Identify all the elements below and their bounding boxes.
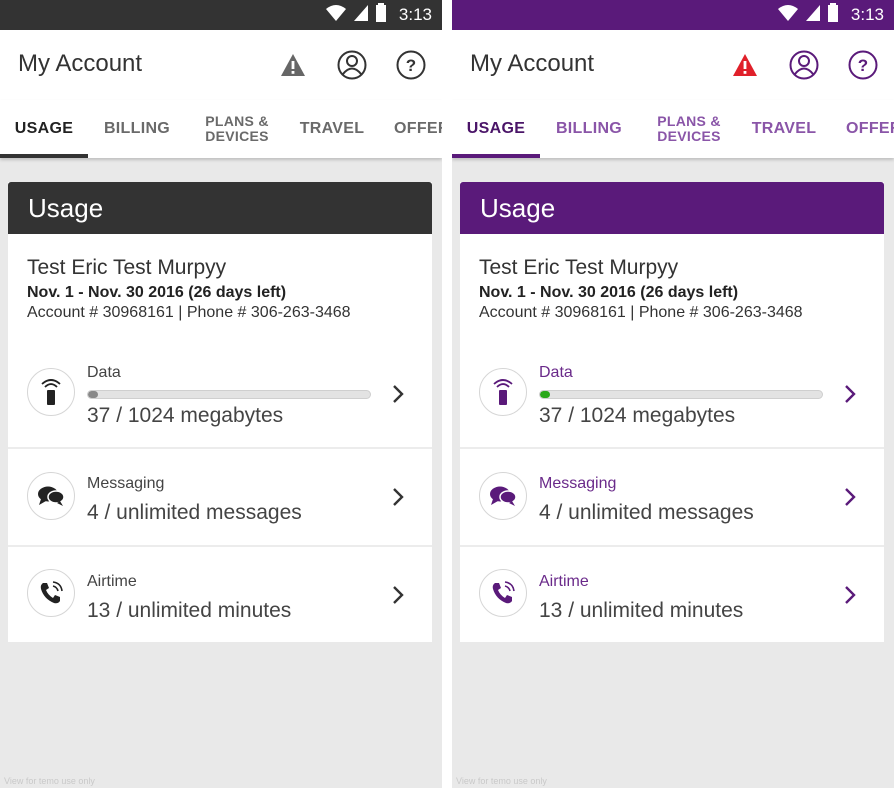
phone-call-icon: [492, 581, 515, 604]
tab-billing[interactable]: BILLING: [88, 100, 186, 158]
usage-value-airtime: 13 / unlimited minutes: [539, 599, 744, 622]
card-header: Usage: [460, 182, 884, 234]
usage-row-airtime[interactable]: Airtime 13 / unlimited minutes: [460, 547, 884, 642]
phone-screen-neutral: 3:13 My Account ? USAGE BILLING PLANS & …: [0, 0, 442, 788]
billing-period: Nov. 1 - Nov. 30 2016 (26 days left): [27, 284, 287, 301]
chevron-right-icon: [845, 586, 856, 604]
warning-icon: [281, 54, 305, 76]
signal-icon: [805, 4, 821, 27]
data-progress-fill: [540, 391, 551, 398]
signal-icon: [353, 4, 369, 27]
alert-button[interactable]: [276, 48, 310, 82]
account-number-line: Account # 30968161 | Phone # 306-263-346…: [27, 304, 351, 321]
account-holder-name: Test Eric Test Murpyy: [27, 256, 227, 279]
tab-offers[interactable]: OFFERS: [846, 100, 894, 158]
tab-billing[interactable]: BILLING: [540, 100, 638, 158]
messaging-icon-circle: [479, 472, 527, 520]
tab-offers[interactable]: OFFERS: [394, 100, 442, 158]
messaging-icon-circle: [27, 472, 75, 520]
help-icon: ?: [848, 50, 878, 80]
account-summary: Test Eric Test Murpyy Nov. 1 - Nov. 30 2…: [460, 234, 884, 346]
usage-label-airtime: Airtime: [87, 573, 137, 590]
usage-label-messaging: Messaging: [87, 475, 165, 492]
user-icon: [337, 50, 367, 80]
usage-card: Usage Test Eric Test Murpyy Nov. 1 - Nov…: [460, 182, 884, 642]
usage-row-messaging[interactable]: Messaging 4 / unlimited messages: [8, 449, 432, 547]
usage-row-airtime[interactable]: Airtime 13 / unlimited minutes: [8, 547, 432, 642]
phone-call-icon: [40, 581, 63, 604]
user-icon: [789, 50, 819, 80]
tab-travel[interactable]: TRAVEL: [288, 100, 376, 158]
card-header: Usage: [8, 182, 432, 234]
warning-icon: [733, 54, 757, 76]
usage-row-data[interactable]: Data 37 / 1024 megabytes: [8, 346, 432, 449]
tab-plans-devices[interactable]: PLANS & DEVICES: [186, 100, 288, 158]
app-bar: My Account ?: [452, 30, 894, 100]
status-bar: 3:13: [0, 0, 442, 30]
billing-period: Nov. 1 - Nov. 30 2016 (26 days left): [479, 284, 739, 301]
tab-usage[interactable]: USAGE: [452, 100, 540, 158]
tab-travel[interactable]: TRAVEL: [740, 100, 828, 158]
usage-value-data: 37 / 1024 megabytes: [87, 404, 284, 427]
usage-label-messaging: Messaging: [539, 475, 617, 492]
account-holder-name: Test Eric Test Murpyy: [479, 256, 679, 279]
profile-button[interactable]: [335, 48, 369, 82]
chat-bubbles-icon: [490, 486, 517, 506]
alert-button[interactable]: [728, 48, 762, 82]
phone-screen-purple: 3:13 My Account ? USAGE BILLING PLANS & …: [452, 0, 894, 788]
usage-value-messaging: 4 / unlimited messages: [539, 501, 754, 524]
watermark: View for temo use only: [4, 776, 95, 786]
tab-usage[interactable]: USAGE: [0, 100, 88, 158]
help-icon: ?: [396, 50, 426, 80]
account-summary: Test Eric Test Murpyy Nov. 1 - Nov. 30 2…: [8, 234, 432, 346]
app-bar: My Account ?: [0, 30, 442, 100]
status-time: 3:13: [850, 5, 884, 24]
data-progress-fill: [88, 391, 99, 398]
help-button[interactable]: ?: [394, 48, 428, 82]
airtime-icon-circle: [27, 569, 75, 617]
chevron-right-icon: [393, 586, 404, 604]
wifi-icon: [777, 4, 799, 27]
chevron-right-icon: [393, 385, 404, 403]
mobile-data-icon: [41, 379, 61, 405]
usage-row-messaging[interactable]: Messaging 4 / unlimited messages: [460, 449, 884, 547]
profile-button[interactable]: [787, 48, 821, 82]
chevron-right-icon: [393, 488, 404, 506]
svg-text:?: ?: [858, 56, 868, 75]
battery-icon: [375, 2, 387, 28]
status-time: 3:13: [398, 5, 432, 24]
battery-icon: [827, 2, 839, 28]
data-progress-bar: [87, 390, 371, 399]
svg-text:?: ?: [406, 56, 416, 75]
data-progress-bar: [539, 390, 823, 399]
page-title: My Account: [470, 50, 595, 77]
data-usage-icon-circle: [27, 368, 75, 416]
usage-card: Usage Test Eric Test Murpyy Nov. 1 - Nov…: [8, 182, 432, 642]
usage-value-data: 37 / 1024 megabytes: [539, 404, 736, 427]
screen-divider: [442, 0, 452, 788]
tab-plans-devices[interactable]: PLANS & DEVICES: [638, 100, 740, 158]
usage-label-airtime: Airtime: [539, 573, 589, 590]
usage-row-data[interactable]: Data 37 / 1024 megabytes: [460, 346, 884, 449]
page-title: My Account: [18, 50, 143, 77]
usage-value-airtime: 13 / unlimited minutes: [87, 599, 292, 622]
help-button[interactable]: ?: [846, 48, 880, 82]
usage-label-data: Data: [539, 364, 573, 381]
chevron-right-icon: [845, 385, 856, 403]
account-number-line: Account # 30968161 | Phone # 306-263-346…: [479, 304, 803, 321]
usage-value-messaging: 4 / unlimited messages: [87, 501, 302, 524]
tab-bar: USAGE BILLING PLANS & DEVICES TRAVEL OFFE…: [452, 100, 894, 158]
status-bar: 3:13: [452, 0, 894, 30]
airtime-icon-circle: [479, 569, 527, 617]
mobile-data-icon: [493, 379, 513, 405]
wifi-icon: [325, 4, 347, 27]
data-usage-icon-circle: [479, 368, 527, 416]
chevron-right-icon: [845, 488, 856, 506]
tab-bar: USAGE BILLING PLANS & DEVICES TRAVEL OFFE…: [0, 100, 442, 158]
watermark: View for temo use only: [456, 776, 547, 786]
chat-bubbles-icon: [38, 486, 65, 506]
usage-label-data: Data: [87, 364, 121, 381]
